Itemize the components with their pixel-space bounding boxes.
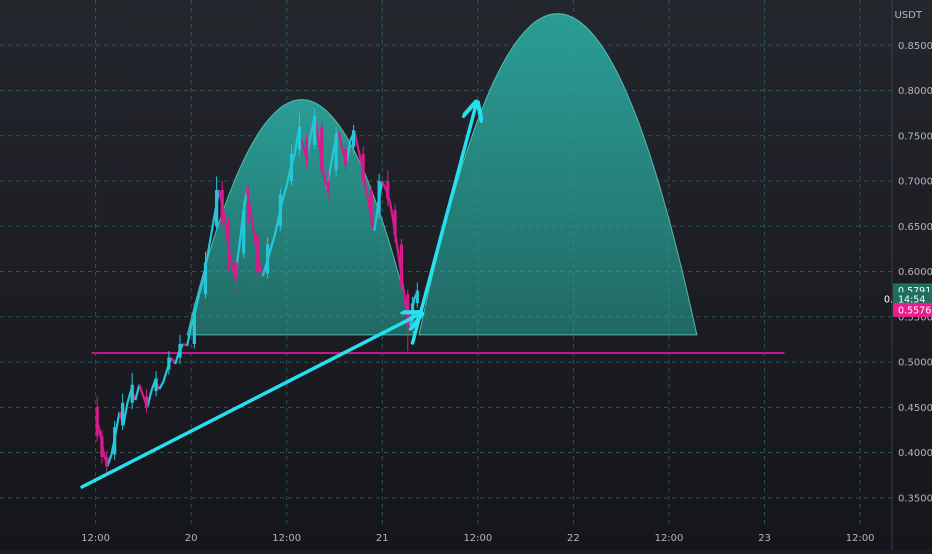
x-tick-label: 21 [376, 533, 389, 544]
candle-body [305, 140, 309, 162]
x-tick-label: 12:00 [655, 533, 684, 544]
candle-body [334, 133, 338, 171]
x-tick-label: 12:00 [846, 533, 875, 544]
candle-body [278, 194, 282, 227]
candle-body [113, 427, 117, 455]
x-tick-label: 12:00 [81, 533, 110, 544]
candle-body [297, 126, 302, 150]
candle-body [167, 357, 171, 370]
x-tick-label: 12:00 [463, 533, 492, 544]
candle-body [105, 457, 109, 467]
y-tick-label: 0.85000 [898, 41, 932, 52]
y-tick-label: 0.45000 [898, 403, 932, 414]
x-tick-label: 12:00 [272, 533, 301, 544]
candle-body [361, 153, 365, 182]
candle-body [326, 181, 330, 192]
candle-body [415, 290, 419, 304]
candle-body [220, 190, 224, 222]
candle-body [95, 407, 99, 437]
price-chart-svg[interactable]: USDT 0.350000.400000.450000.500000.55000… [0, 0, 932, 550]
candle-body [242, 210, 246, 254]
y-tick-label: 0.75000 [898, 131, 932, 142]
candle-body [352, 130, 356, 147]
candle-body [386, 181, 390, 200]
x-tick-label: 20 [185, 533, 198, 544]
candle-body [320, 126, 324, 171]
candle-body [312, 115, 317, 145]
x-tick-label: 22 [567, 533, 580, 544]
y-tick-label: 0.70000 [898, 177, 932, 188]
y-tick-label: 0.50000 [898, 358, 932, 369]
candle-body [130, 384, 134, 403]
candle-body [226, 221, 231, 263]
candle-body [178, 343, 182, 358]
candle-body [344, 149, 348, 165]
y-tick-label: 0.35000 [898, 493, 932, 504]
y-tick-label: 0.65000 [898, 222, 932, 233]
candle-body [266, 244, 270, 274]
candle-body [215, 190, 219, 227]
candle-body [289, 153, 294, 182]
candle-body [377, 181, 381, 213]
y-tick-label: 0.40000 [898, 448, 932, 459]
candle-body [393, 210, 397, 236]
candle-body [369, 190, 373, 218]
candle-body [203, 262, 208, 295]
x-tick-label: 23 [758, 533, 771, 544]
candle-body [154, 378, 158, 392]
y-tick-label: 0.60000 [898, 267, 932, 278]
candle-body [121, 402, 125, 426]
candle-body [255, 235, 259, 272]
candle-body [100, 436, 104, 458]
price-chart[interactable]: USDT 0.350000.400000.450000.500000.55000… [0, 0, 932, 550]
candle-body [246, 199, 251, 218]
price-label-text: 0.55761 [898, 305, 932, 316]
candle-body [144, 396, 149, 408]
y-tick-label: 0.80000 [898, 86, 932, 97]
candle-body [399, 244, 403, 286]
candle-body [234, 262, 238, 279]
countdown-prefix: 0. [884, 295, 893, 306]
currency-label: USDT [895, 10, 923, 21]
candle-body [192, 311, 196, 344]
